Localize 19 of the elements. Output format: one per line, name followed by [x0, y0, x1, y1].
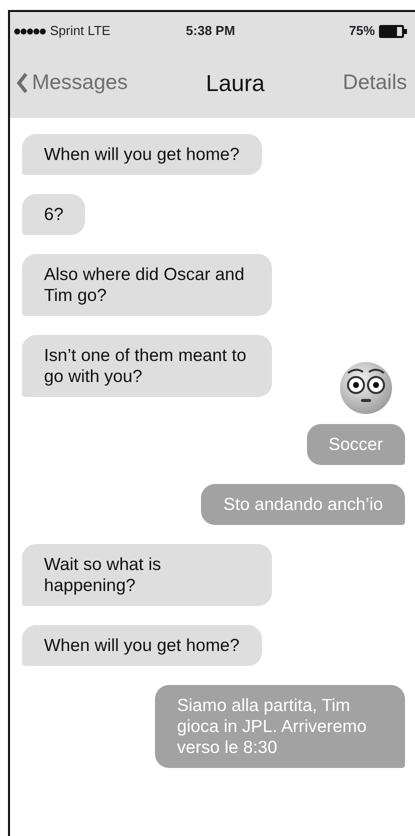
received-message: When will you get home?: [22, 625, 262, 666]
contact-name: Laura: [206, 68, 265, 98]
signal-icon: [14, 28, 46, 34]
battery-icon: [378, 24, 407, 38]
battery-percent: 75%: [348, 22, 375, 40]
sent-message: Soccer: [306, 424, 405, 465]
received-message: When will you get home?: [22, 134, 262, 175]
back-chevron-icon: [16, 72, 28, 94]
received-message: Wait so what is happening?: [22, 544, 272, 606]
sent-message: Siamo alla partita, Tim gioca in JPL. Arriveremo verso le 8:30: [155, 685, 405, 768]
details-button[interactable]: Details: [342, 67, 407, 99]
carrier-label: Sprint LTE: [50, 22, 110, 40]
status-time: 5:38 PM: [186, 22, 236, 40]
received-message: Also where did Oscar and Tim go?: [22, 254, 272, 316]
received-message: 6?: [22, 194, 86, 235]
sent-message: Sto andando anch’io: [201, 484, 405, 525]
received-message: Isn’t one of them meant to go with you?: [22, 335, 272, 397]
back-button[interactable]: Messages: [16, 67, 128, 99]
flushed-face-icon: [339, 361, 393, 415]
